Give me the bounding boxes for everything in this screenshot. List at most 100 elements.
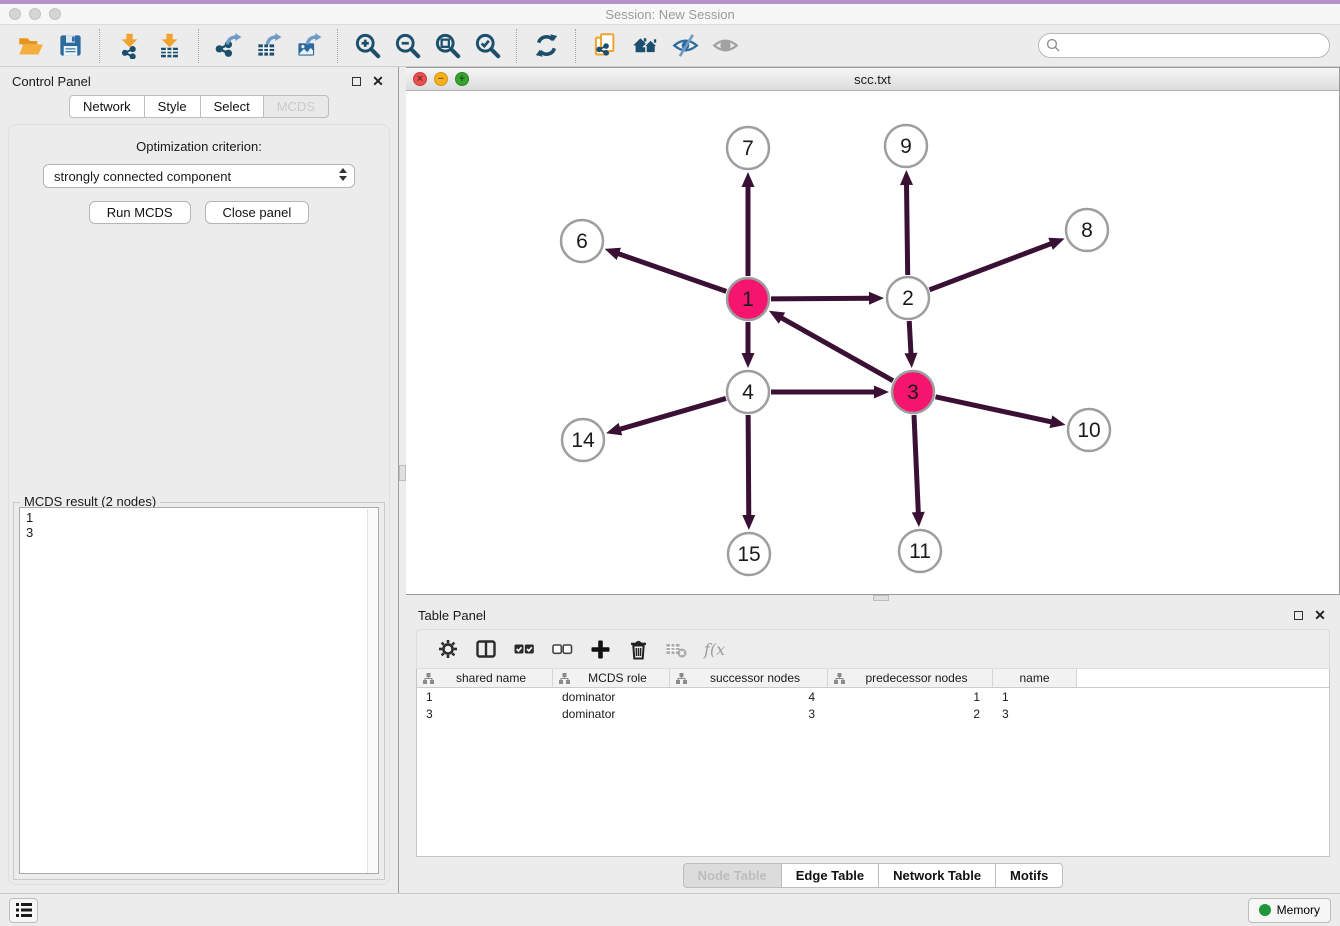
mcds-result-text[interactable]: 1 3 (19, 507, 379, 874)
node-9[interactable]: 9 (885, 125, 927, 167)
zoom-in-button[interactable] (350, 29, 384, 63)
delete-row-button[interactable] (623, 634, 653, 664)
tab-network-table[interactable]: Network Table (879, 863, 996, 888)
zoom-out-button[interactable] (390, 29, 424, 63)
node-7[interactable]: 7 (727, 127, 769, 169)
close-panel-icon[interactable]: ✕ (1312, 607, 1328, 623)
zoom-fit-button[interactable] (430, 29, 464, 63)
node-8[interactable]: 8 (1066, 209, 1108, 251)
node-11[interactable]: 11 (899, 530, 941, 572)
edge-2-9[interactable] (900, 170, 913, 275)
horizontal-splitter[interactable] (406, 595, 1340, 601)
svg-text:3: 3 (907, 381, 919, 404)
edge-3-1[interactable] (769, 311, 893, 381)
node-1[interactable]: 1 (727, 278, 769, 320)
cell[interactable]: 3 (670, 707, 828, 721)
import-table-button[interactable] (152, 29, 186, 63)
select-all-checkboxes-button[interactable] (509, 634, 539, 664)
edge-2-3[interactable] (904, 321, 917, 368)
result-scrollbar[interactable] (367, 509, 378, 873)
node-15[interactable]: 15 (728, 533, 770, 575)
column-header-predecessor-nodes[interactable]: predecessor nodes (828, 669, 993, 687)
node-4[interactable]: 4 (727, 371, 769, 413)
refresh-layout-button[interactable] (529, 29, 563, 63)
column-header-shared-name[interactable]: shared name (417, 669, 553, 687)
delete-table-button[interactable] (661, 634, 691, 664)
export-table-button[interactable] (251, 29, 285, 63)
hide-panels-button[interactable] (668, 29, 702, 63)
node-6[interactable]: 6 (561, 220, 603, 262)
node-10[interactable]: 10 (1068, 409, 1110, 451)
close-panel-button[interactable]: Close panel (205, 201, 310, 224)
tree-sort-icon (834, 673, 845, 684)
splitter-grip-icon[interactable] (399, 465, 406, 481)
table-row[interactable]: 3dominator323 (417, 705, 1329, 722)
network-graph[interactable]: 7 9 6 8 1 2 4 3 14 10 15 11 (406, 91, 1335, 594)
export-table-icon (255, 32, 282, 59)
column-header-MCDS-role[interactable]: MCDS role (553, 669, 670, 687)
edge-1-4[interactable] (742, 322, 755, 368)
tab-edge-table[interactable]: Edge Table (782, 863, 879, 888)
cell[interactable]: 3 (993, 707, 1077, 721)
home-network-button[interactable] (628, 29, 662, 63)
vertical-splitter[interactable] (399, 67, 406, 893)
svg-text:1: 1 (742, 288, 754, 311)
run-mcds-button[interactable]: Run MCDS (89, 201, 191, 224)
cell[interactable]: 2 (828, 707, 993, 721)
edge-4-14[interactable] (606, 398, 726, 435)
control-panel-tabs: NetworkStyleSelectMCDS (0, 95, 398, 118)
tab-network[interactable]: Network (69, 95, 145, 118)
import-network-icon (116, 32, 143, 59)
float-panel-icon[interactable] (1290, 607, 1306, 623)
deselect-all-checkboxes-button[interactable] (547, 634, 577, 664)
open-file-button[interactable] (13, 29, 47, 63)
zoom-selected-button[interactable] (470, 29, 504, 63)
column-header-successor-nodes[interactable]: successor nodes (670, 669, 828, 687)
splitter-grip-icon[interactable] (873, 595, 889, 601)
column-header-name[interactable]: name (993, 669, 1077, 687)
search-input[interactable] (1038, 33, 1330, 58)
save-session-button[interactable] (53, 29, 87, 63)
tab-select[interactable]: Select (201, 95, 264, 118)
export-network-button[interactable] (211, 29, 245, 63)
edge-2-8[interactable] (930, 238, 1065, 290)
edge-3-11[interactable] (912, 415, 925, 527)
criterion-select[interactable]: strongly connected component (43, 164, 355, 188)
gear-button[interactable] (433, 634, 463, 664)
cell[interactable]: 3 (417, 707, 553, 721)
tab-mcds[interactable]: MCDS (264, 95, 329, 118)
edge-1-7[interactable] (742, 172, 755, 276)
edge-1-6[interactable] (605, 248, 727, 292)
export-image-button[interactable] (291, 29, 325, 63)
network-canvas[interactable]: 7 9 6 8 1 2 4 3 14 10 15 11 (406, 91, 1339, 594)
network-document-button[interactable] (588, 29, 622, 63)
tab-motifs[interactable]: Motifs (996, 863, 1063, 888)
cell[interactable]: 4 (670, 690, 828, 704)
node-2[interactable]: 2 (887, 277, 929, 319)
show-panels-button[interactable] (708, 29, 742, 63)
function-builder-button[interactable]: f(x) (699, 634, 729, 664)
node-3[interactable]: 3 (892, 371, 934, 413)
memory-button[interactable]: Memory (1248, 898, 1331, 923)
float-panel-icon[interactable] (348, 73, 364, 89)
cell[interactable]: 1 (993, 690, 1077, 704)
tab-style[interactable]: Style (145, 95, 201, 118)
cell[interactable]: 1 (828, 690, 993, 704)
edge-4-15[interactable] (742, 415, 755, 530)
tab-node-table[interactable]: Node Table (683, 863, 782, 888)
edge-3-10[interactable] (935, 397, 1065, 428)
cell[interactable]: dominator (553, 707, 670, 721)
import-network-button[interactable] (112, 29, 146, 63)
add-row-button[interactable] (585, 634, 615, 664)
task-history-button[interactable] (9, 898, 38, 923)
table-row[interactable]: 1dominator411 (417, 688, 1329, 705)
split-columns-button[interactable] (471, 634, 501, 664)
close-panel-icon[interactable]: ✕ (370, 73, 386, 89)
edge-1-2[interactable] (771, 292, 884, 305)
cell[interactable]: 1 (417, 690, 553, 704)
edge-4-3[interactable] (771, 386, 889, 399)
optimization-criterion-label: Optimization criterion: (9, 139, 389, 154)
svg-text:6: 6 (576, 230, 588, 253)
cell[interactable]: dominator (553, 690, 670, 704)
node-14[interactable]: 14 (562, 419, 604, 461)
